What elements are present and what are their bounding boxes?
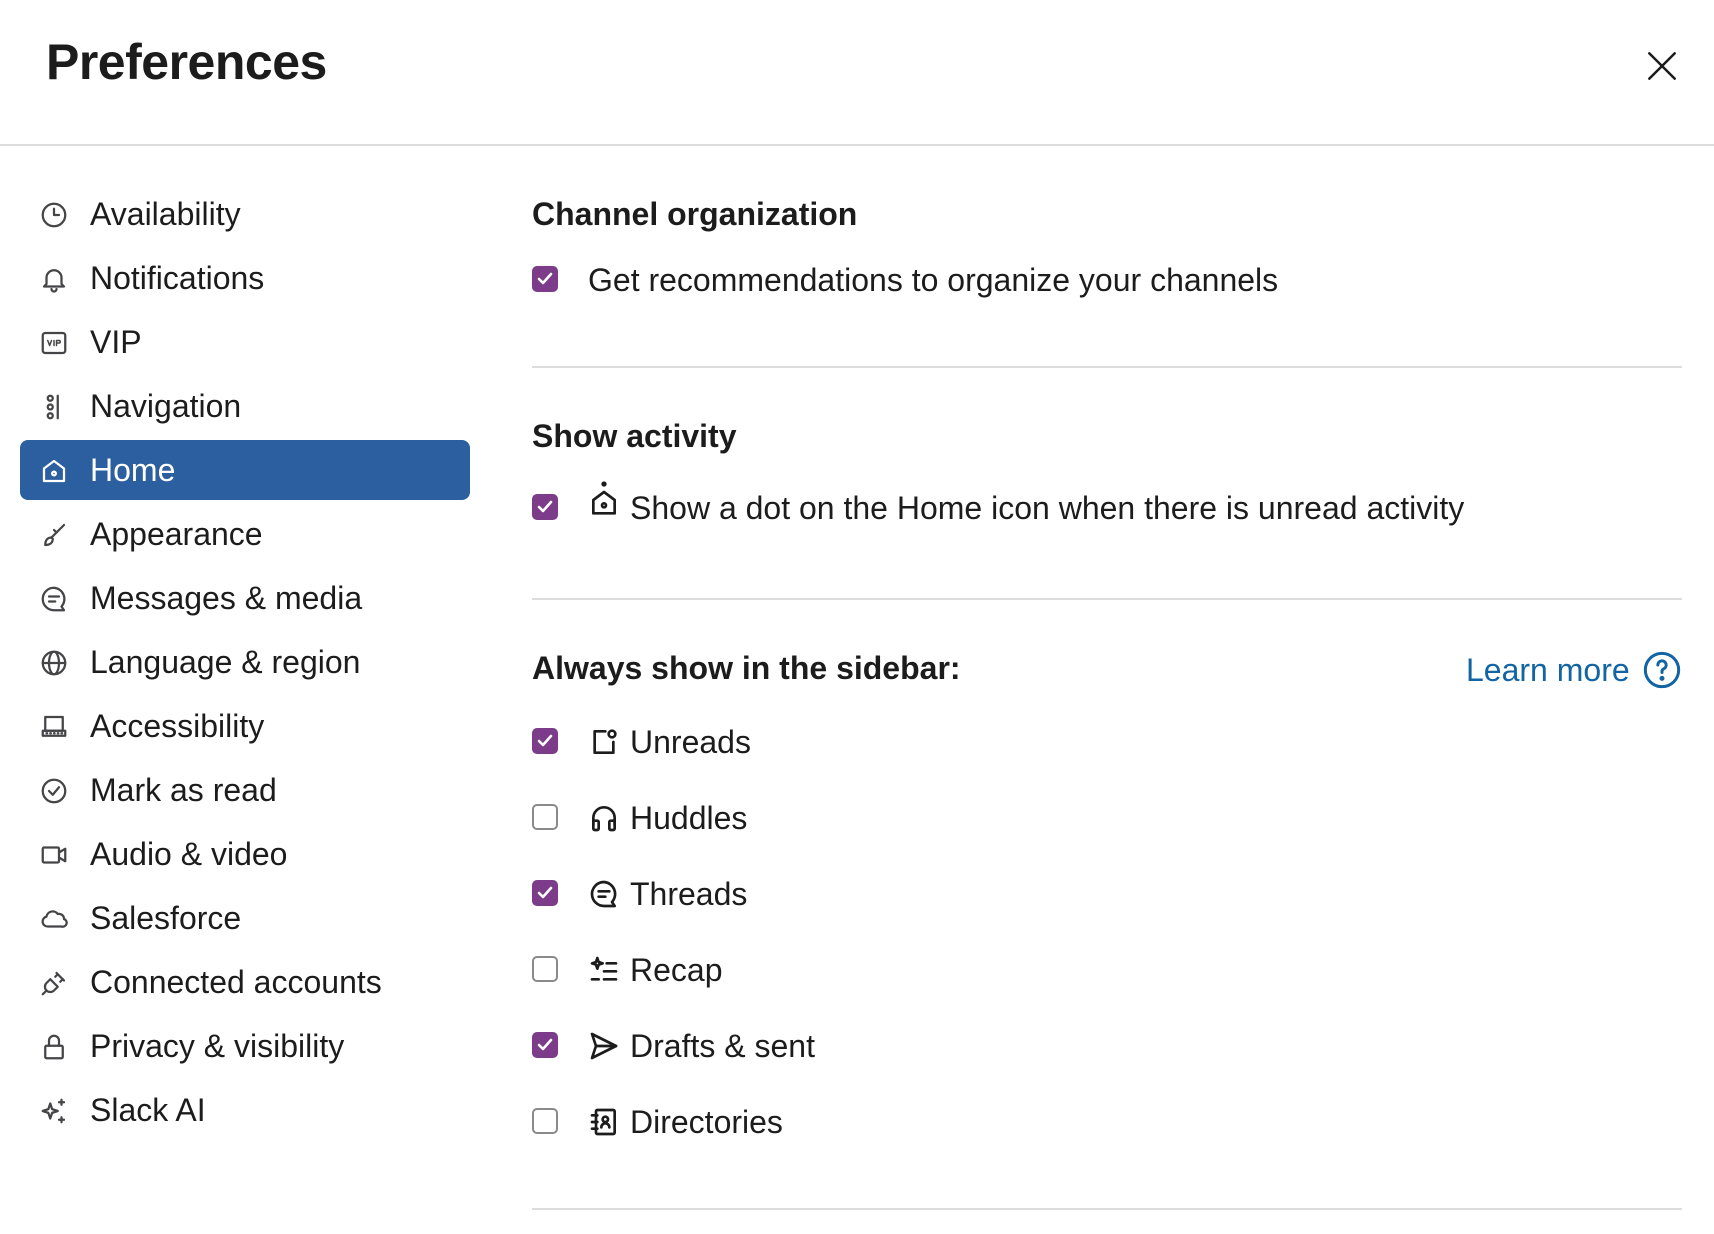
- option-label: Recap: [630, 952, 723, 988]
- section-divider: [532, 598, 1682, 600]
- sidebar-item-label: VIP: [90, 324, 142, 360]
- sidebar-item-label: Appearance: [90, 516, 263, 552]
- sidebar-item-label: Slack AI: [90, 1092, 206, 1128]
- help-circle-icon: [1643, 651, 1680, 689]
- sidebar-item-accessibility[interactable]: Accessibility: [20, 696, 470, 756]
- sidebar-item-label: Accessibility: [90, 708, 265, 744]
- sidebar-item-audio-video[interactable]: Audio & video: [20, 824, 470, 884]
- brush-icon: [38, 519, 70, 551]
- learn-more-link[interactable]: Learn more: [1466, 648, 1682, 692]
- sidebar-item-slack-ai[interactable]: Slack AI: [20, 1080, 470, 1140]
- checkbox-unreads[interactable]: [532, 728, 558, 754]
- directory-icon: [588, 1106, 620, 1138]
- section-title-always-show: Always show in the sidebar:: [532, 650, 961, 686]
- sidebar-item-label: Privacy & visibility: [90, 1028, 345, 1064]
- sidebar-item-appearance[interactable]: Appearance: [20, 504, 470, 564]
- recap-icon: [588, 954, 620, 986]
- checkbox-threads[interactable]: [532, 880, 558, 906]
- sidebar-item-label: Connected accounts: [90, 964, 382, 1000]
- option-label: Drafts & sent: [630, 1028, 815, 1064]
- section-divider: [532, 366, 1682, 368]
- dialog-header: Preferences: [0, 0, 1714, 146]
- checkbox-home-dot[interactable]: [532, 494, 558, 520]
- option-home-dot: Show a dot on the Home icon when there i…: [532, 481, 1682, 532]
- close-icon: [1648, 52, 1676, 80]
- clock-icon: [38, 199, 70, 231]
- sidebar-item-home[interactable]: Home: [20, 440, 470, 500]
- option-unreads: Unreads: [532, 718, 1132, 766]
- sidebar-item-label: Availability: [90, 196, 241, 232]
- sidebar-item-label: Audio & video: [90, 836, 288, 872]
- sidebar-item-salesforce[interactable]: Salesforce: [20, 888, 470, 948]
- checkbox-drafts-sent[interactable]: [532, 1032, 558, 1058]
- sidebar-item-label: Salesforce: [90, 900, 242, 936]
- option-label: Directories: [630, 1104, 783, 1140]
- option-directories: Directories: [532, 1098, 1132, 1146]
- sidebar-item-notifications[interactable]: Notifications: [20, 248, 470, 308]
- headphones-icon: [588, 802, 620, 834]
- option-label: Unreads: [630, 724, 751, 760]
- sidebar-item-navigation[interactable]: Navigation: [20, 376, 470, 436]
- section-divider: [532, 1208, 1682, 1210]
- checkbox-channel-recommendations[interactable]: [532, 266, 558, 292]
- preferences-sidebar: Availability Notifications VIP Navigatio…: [0, 146, 480, 1234]
- learn-more-label: Learn more: [1466, 651, 1630, 688]
- threads-icon: [588, 878, 620, 910]
- checkbox-huddles[interactable]: [532, 804, 558, 830]
- sidebar-item-vip[interactable]: VIP: [20, 312, 470, 372]
- sidebar-item-privacy-visibility[interactable]: Privacy & visibility: [20, 1016, 470, 1076]
- sidebar-item-language-region[interactable]: Language & region: [20, 632, 470, 692]
- sidebar-item-messages-media[interactable]: Messages & media: [20, 568, 470, 628]
- sidebar-item-connected-accounts[interactable]: Connected accounts: [20, 952, 470, 1012]
- checkbox-recap[interactable]: [532, 956, 558, 982]
- option-recap: Recap: [532, 946, 1132, 994]
- option-label: Get recommendations to organize your cha…: [588, 262, 1279, 298]
- globe-icon: [38, 647, 70, 679]
- checkbox-directories[interactable]: [532, 1108, 558, 1134]
- cloud-icon: [38, 903, 70, 935]
- video-icon: [38, 839, 70, 871]
- home-icon: [38, 455, 70, 487]
- sparkle-icon: [38, 1095, 70, 1127]
- sidebar-item-label: Notifications: [90, 260, 265, 296]
- bell-icon: [38, 263, 70, 295]
- section-title-show-activity: Show activity: [532, 418, 737, 454]
- keyboard-icon: [38, 711, 70, 743]
- option-drafts-sent: Drafts & sent: [532, 1022, 1132, 1070]
- plug-icon: [38, 967, 70, 999]
- sidebar-item-label: Home: [90, 452, 176, 488]
- check-circle-icon: [38, 775, 70, 807]
- message-icon: [38, 583, 70, 615]
- option-huddles: Huddles: [532, 794, 1132, 842]
- send-icon: [588, 1030, 620, 1062]
- vip-icon: [38, 327, 70, 359]
- option-label: Huddles: [630, 800, 748, 836]
- sidebar-item-mark-as-read[interactable]: Mark as read: [20, 760, 470, 820]
- option-channel-recommendations: Get recommendations to organize your cha…: [532, 256, 1682, 304]
- unreads-icon: [588, 726, 620, 758]
- close-button[interactable]: [1634, 38, 1690, 94]
- section-title-channel-organization: Channel organization: [532, 196, 858, 232]
- lock-icon: [38, 1031, 70, 1063]
- option-label: Show a dot on the Home icon when there i…: [630, 490, 1465, 526]
- sidebar-item-label: Messages & media: [90, 580, 363, 616]
- page-title: Preferences: [46, 34, 327, 90]
- navigation-icon: [38, 391, 70, 423]
- option-threads: Threads: [532, 870, 1132, 918]
- sidebar-item-label: Mark as read: [90, 772, 277, 808]
- sidebar-item-label: Navigation: [90, 388, 242, 424]
- sidebar-item-label: Language & region: [90, 644, 361, 680]
- home-dot-icon: [588, 481, 620, 516]
- sidebar-item-availability[interactable]: Availability: [20, 184, 470, 244]
- option-label: Threads: [630, 876, 748, 912]
